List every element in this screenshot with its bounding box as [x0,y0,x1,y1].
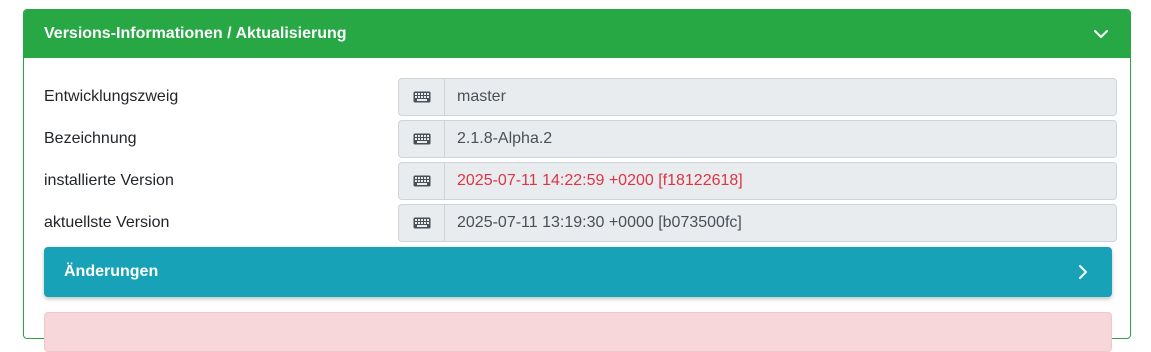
row-label: aktuellste Version [44,214,170,231]
row-installed-version: installierte Version 2025-07-11 14:22:59… [44,162,1117,200]
chevron-right-icon[interactable] [1074,263,1092,281]
branch-field[interactable]: master [444,78,1117,116]
keyboard-icon [398,204,444,242]
row-bezeichnung: Bezeichnung 2.1.8-Alpha.2 [44,120,1117,158]
keyboard-icon [398,162,444,200]
name-field[interactable]: 2.1.8-Alpha.2 [444,120,1117,158]
version-info-header[interactable]: Versions-Informationen / Aktualisierung [24,10,1130,58]
row-entwicklungszweig: Entwicklungszweig master [44,78,1117,116]
card-title: Versions-Informationen / Aktualisierung [44,25,347,42]
input-group: 2025-07-11 14:22:59 +0200 [f18122618] [398,162,1117,200]
row-label: Entwicklungszweig [44,88,179,105]
installed-version-field[interactable]: 2025-07-11 14:22:59 +0200 [f18122618] [444,162,1117,200]
version-info-card: Versions-Informationen / Aktualisierung … [23,9,1131,352]
keyboard-icon [398,78,444,116]
chevron-down-icon[interactable] [1092,25,1110,43]
input-group: 2.1.8-Alpha.2 [398,120,1117,158]
keyboard-icon [398,120,444,158]
latest-version-field[interactable]: 2025-07-11 13:19:30 +0000 [b073500fc] [444,204,1117,242]
row-label: Bezeichnung [44,130,137,147]
row-label: installierte Version [44,172,174,189]
changes-panel-header[interactable]: Änderungen [44,247,1112,297]
alert-box [44,312,1112,352]
row-latest-version: aktuellste Version 2025-07-11 13:19:30 +… [44,204,1117,242]
input-group: master [398,78,1117,116]
changes-title: Änderungen [64,263,159,280]
input-group: 2025-07-11 13:19:30 +0000 [b073500fc] [398,204,1117,242]
